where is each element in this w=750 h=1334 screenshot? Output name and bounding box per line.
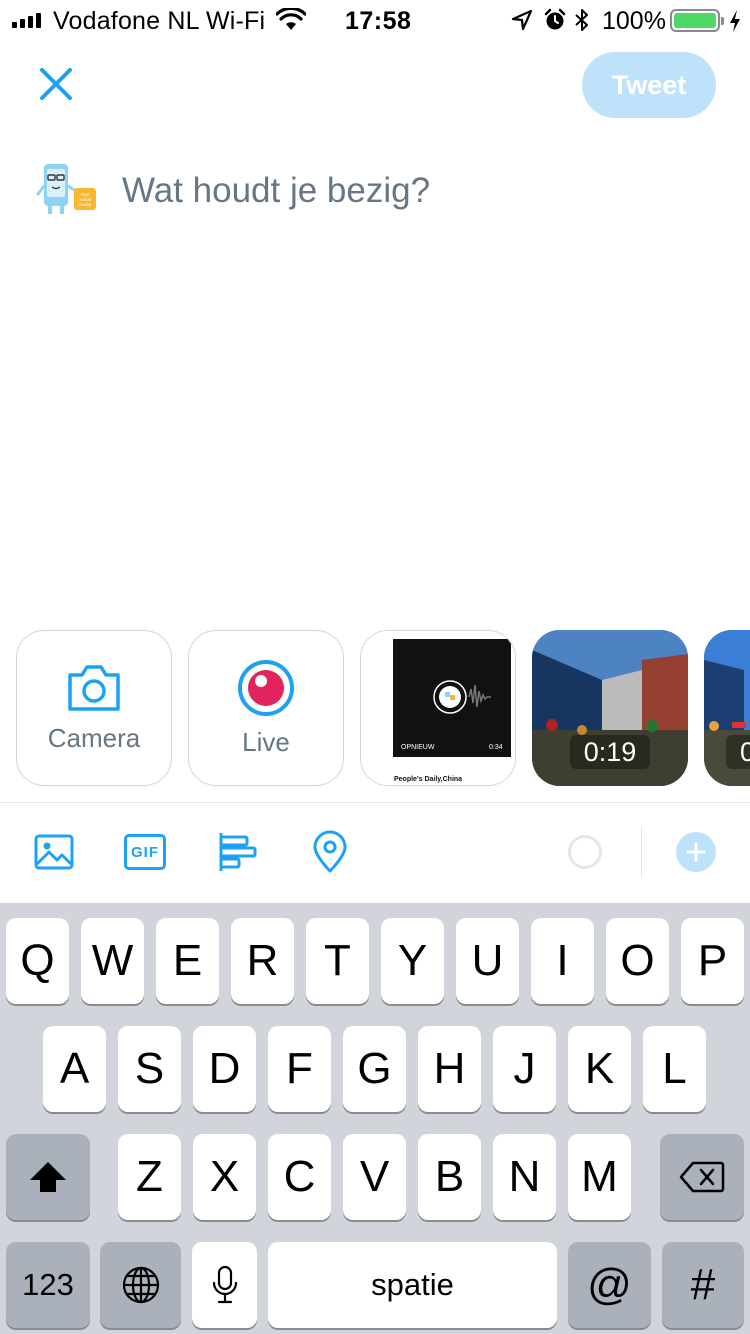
battery-icon — [670, 9, 724, 32]
avatar[interactable]: Your social media — [36, 160, 98, 218]
tweet-compose-input[interactable] — [122, 166, 722, 216]
poll-icon[interactable] — [216, 830, 260, 874]
key-j[interactable]: J — [493, 1026, 556, 1112]
key-z[interactable]: Z — [118, 1134, 181, 1220]
key-m[interactable]: M — [568, 1134, 631, 1220]
media-thumbnail-video-partial[interactable]: 0: — [704, 630, 750, 786]
charging-bolt-icon — [730, 10, 740, 32]
shift-icon — [30, 1162, 66, 1192]
image-icon[interactable] — [32, 830, 76, 874]
key-c[interactable]: C — [268, 1134, 331, 1220]
key-s[interactable]: S — [118, 1026, 181, 1112]
key-i[interactable]: I — [531, 918, 594, 1004]
key-p[interactable]: P — [681, 918, 744, 1004]
video-duration-partial: 0: — [704, 735, 750, 769]
key-a[interactable]: A — [43, 1026, 106, 1112]
wifi-icon — [276, 8, 306, 30]
toolbar-divider — [0, 802, 750, 803]
keyboard: QWERTYUIOP ASDFGHJKL ZXCVBNM 123 spatie … — [0, 903, 750, 1334]
add-thread-button[interactable] — [676, 832, 716, 872]
alarm-icon — [544, 8, 566, 30]
key-k[interactable]: K — [568, 1026, 631, 1112]
live-button[interactable]: Live — [188, 630, 344, 786]
clock-time: 17:58 — [345, 7, 412, 35]
key-t[interactable]: T — [306, 918, 369, 1004]
video-duration: 0:19 — [532, 735, 688, 769]
backspace-icon — [679, 1161, 725, 1193]
key-q[interactable]: Q — [6, 918, 69, 1004]
bluetooth-icon — [575, 9, 588, 31]
hash-key[interactable]: # — [662, 1242, 744, 1328]
globe-icon — [122, 1266, 159, 1304]
key-o[interactable]: O — [606, 918, 669, 1004]
live-label: Live — [242, 726, 290, 757]
key-x[interactable]: X — [193, 1134, 256, 1220]
key-y[interactable]: Y — [381, 918, 444, 1004]
cellular-signal-icon — [12, 12, 41, 28]
thumb-author: People's Daily,China — [394, 776, 462, 783]
media-thumbnail-video[interactable]: 0:19 — [532, 630, 688, 786]
thumb-replay-label: OPNIEUW — [401, 744, 435, 751]
key-r[interactable]: R — [231, 918, 294, 1004]
numbers-key[interactable]: 123 — [6, 1242, 90, 1328]
media-thumbnail-tweet[interactable]: OPNIEUW 0:34 People's Daily,China — [360, 630, 516, 786]
key-g[interactable]: G — [343, 1026, 406, 1112]
globe-key[interactable] — [100, 1242, 181, 1328]
camera-button[interactable]: Camera — [16, 630, 172, 786]
plus-icon — [686, 842, 706, 862]
key-e[interactable]: E — [156, 918, 219, 1004]
character-count-ring — [568, 835, 602, 869]
key-n[interactable]: N — [493, 1134, 556, 1220]
svg-text:media: media — [79, 202, 92, 207]
space-key[interactable]: spatie — [268, 1242, 557, 1328]
periscope-live-icon — [238, 659, 294, 716]
key-w[interactable]: W — [81, 918, 144, 1004]
toolbar-separator — [641, 826, 642, 878]
key-l[interactable]: L — [643, 1026, 706, 1112]
backspace-key[interactable] — [660, 1134, 744, 1220]
media-picker-strip[interactable]: Camera Live OPNIEUW 0:34 People's Daily,… — [0, 630, 750, 786]
at-key[interactable]: @ — [568, 1242, 651, 1328]
location-services-icon — [511, 9, 533, 31]
tweet-screenshot-thumbnail: OPNIEUW 0:34 People's Daily,China — [361, 631, 515, 785]
thumb-duration: 0:34 — [489, 744, 503, 751]
key-h[interactable]: H — [418, 1026, 481, 1112]
tweet-button[interactable]: Tweet — [582, 52, 716, 118]
dictation-key[interactable] — [192, 1242, 257, 1328]
carrier-label: Vodafone NL Wi-Fi — [53, 7, 266, 35]
microphone-icon — [212, 1265, 237, 1304]
key-f[interactable]: F — [268, 1026, 331, 1112]
location-icon[interactable] — [308, 830, 352, 874]
gif-icon[interactable]: GIF — [124, 834, 166, 870]
close-icon[interactable] — [34, 62, 78, 106]
key-d[interactable]: D — [193, 1026, 256, 1112]
status-bar: Vodafone NL Wi-Fi 17:58 100% — [0, 0, 750, 40]
camera-icon — [68, 664, 120, 711]
shift-key[interactable] — [6, 1134, 90, 1220]
battery-percent: 100% — [602, 7, 666, 35]
key-v[interactable]: V — [343, 1134, 406, 1220]
key-u[interactable]: U — [456, 918, 519, 1004]
camera-label: Camera — [47, 722, 141, 753]
key-b[interactable]: B — [418, 1134, 481, 1220]
